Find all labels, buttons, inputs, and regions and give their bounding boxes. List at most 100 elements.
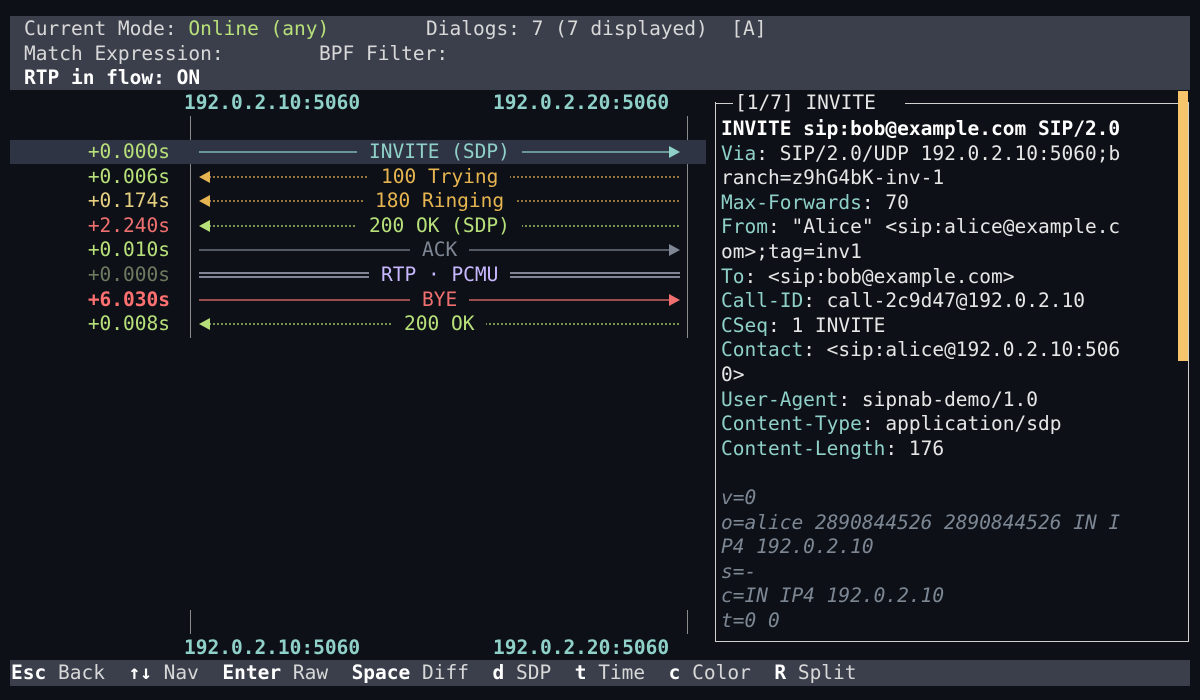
sip-header-line: To: <sip:bob@example.com> (721, 265, 1015, 288)
sip-header-value: <sip:bob@example.com> (767, 265, 1015, 288)
keybind-label[interactable]: Color (692, 661, 751, 684)
flow-message-label: ACK (410, 238, 470, 262)
host-right-top: 192.0.2.20:5060 (493, 91, 670, 114)
flow-timestamp: +0.174s (87, 189, 170, 212)
sdp-line: o=alice 2890844526 2890844526 IN I (721, 511, 1121, 534)
flow-message-label: INVITE (SDP) (357, 140, 522, 164)
sip-header-line: CSeq: 1 INVITE (721, 314, 886, 337)
flow-timestamp: +0.008s (87, 312, 170, 335)
keybind-key[interactable]: R (774, 661, 786, 684)
flow-arrow: INVITE (SDP) (199, 140, 680, 164)
flow-row[interactable]: +0.006s 100 Trying (0, 165, 706, 189)
flow-row[interactable]: +0.008s 200 OK (0, 312, 706, 336)
rtp-in-flow-status: RTP in flow: ON (24, 66, 201, 89)
keybind-label[interactable]: Back (58, 661, 105, 684)
dialogs-label: Dialogs: (426, 17, 520, 40)
lifeline-right-end (687, 610, 688, 634)
flow-row[interactable]: +0.000s INVITE (SDP) (0, 140, 706, 164)
host-right-bottom: 192.0.2.20:5060 (493, 636, 670, 659)
sip-header-line: Content-Type: application/sdp (721, 412, 1062, 435)
keybind-label[interactable]: Time (598, 661, 645, 684)
flow-timestamp: +2.240s (87, 214, 170, 237)
flow-row[interactable]: +6.030s BYE (0, 288, 706, 312)
sip-header-line: From: "Alice" <sip:alice@example.c (721, 215, 1121, 238)
sip-request-line: INVITE sip:bob@example.com SIP/2.0 (721, 117, 1121, 140)
panel-border-left-cap (715, 103, 733, 105)
keybind-label[interactable]: Nav (164, 661, 199, 684)
dialogs-count: 7 (7 displayed) (531, 17, 708, 40)
arrowhead-icon (669, 146, 680, 158)
bpf-filter-label[interactable]: BPF Filter: (319, 42, 448, 66)
sip-header-key: Call-ID (721, 289, 804, 312)
panel-border-right-cap (905, 103, 1187, 105)
sip-header-value: 176 (908, 437, 945, 460)
sip-header-line: Call-ID: call-2c9d47@192.0.2.10 (721, 289, 1085, 312)
sip-header-key: To (721, 265, 745, 288)
flow-timestamp: +0.006s (87, 165, 170, 188)
keybind-key[interactable]: Space (352, 661, 411, 684)
sip-header-key: Content-Length (721, 437, 886, 460)
keybind-label[interactable]: Raw (293, 661, 328, 684)
sip-header-key: Contact (721, 338, 804, 361)
sip-header-key: Max-Forwards (721, 191, 862, 214)
sip-header-line: ranch=z9hG4bK-inv-1 (721, 166, 944, 191)
mode-line: Current Mode: Online (any) (24, 17, 329, 41)
mode-label: Current Mode: (24, 17, 177, 40)
flow-arrow: BYE (199, 288, 680, 312)
host-left-top: 192.0.2.10:5060 (184, 91, 361, 114)
keybind-label[interactable]: SDP (516, 661, 551, 684)
sip-header-value: sipnab-demo/1.0 (861, 388, 1038, 411)
flow-arrow: 180 Ringing (199, 189, 680, 213)
flow-timestamp: +0.000s (87, 263, 170, 286)
sip-header-line: Content-Length: 176 (721, 437, 945, 460)
keybind-key[interactable]: c (669, 661, 681, 684)
panel-title: [1/7] INVITE (735, 91, 876, 114)
mode-value: Online (any) (188, 17, 330, 40)
arrowhead-icon (669, 244, 680, 256)
flow-timestamp: +0.010s (87, 238, 170, 261)
sip-header-line: Contact: <sip:alice@192.0.2.10:506 (721, 338, 1121, 361)
flow-row[interactable]: +0.010s ACK (0, 238, 706, 262)
sip-header-line: Max-Forwards: 70 (721, 191, 909, 214)
sip-header-line: om>;tag=inv1 (721, 240, 862, 265)
flow-message-label: 100 Trying (369, 165, 511, 189)
flow-arrow: 200 OK (199, 312, 680, 336)
keybind-key[interactable]: ↑↓ (128, 661, 151, 684)
sip-header-value: 70 (885, 191, 909, 214)
keybind-key[interactable]: t (575, 661, 587, 684)
match-expression-label[interactable]: Match Expression: (24, 42, 224, 66)
sip-header-key: Via (721, 142, 757, 165)
flow-arrow: ACK (199, 238, 680, 262)
keybind-key[interactable]: d (492, 661, 504, 684)
keybind-list: Esc Back ↑↓ Nav Enter Raw Space Diff d S… (11, 661, 857, 685)
arrowhead-icon (199, 171, 210, 183)
sip-header-key: CSeq (721, 314, 768, 337)
sip-header-line: Via: SIP/2.0/UDP 192.0.2.10:5060;b (721, 142, 1121, 165)
keybind-key[interactable]: Esc (11, 661, 46, 684)
flow-message-label: RTP · PCMU (369, 263, 511, 287)
host-left-bottom: 192.0.2.10:5060 (184, 636, 361, 659)
panel-scrollbar[interactable] (1178, 91, 1188, 361)
keybind-label[interactable]: Diff (422, 661, 469, 684)
flow-row[interactable]: +0.174s 180 Ringing (0, 189, 706, 213)
keybind-label[interactable]: Split (798, 661, 857, 684)
dialogs-line: Dialogs: 7 (7 displayed) [A] (426, 17, 767, 41)
sip-header-value: application/sdp (885, 412, 1062, 435)
dialogs-flag: [A] (731, 17, 767, 40)
sip-header-value: 1 INVITE (791, 314, 886, 337)
flow-row[interactable]: +2.240s 200 OK (SDP) (0, 214, 706, 238)
flow-arrow: RTP · PCMU (199, 263, 680, 287)
arrowhead-icon (199, 195, 210, 207)
flow-timestamp: +6.030s (87, 288, 170, 311)
sip-header-value: <sip:alice@192.0.2.10:506 (826, 338, 1121, 361)
sip-header-line: 0> (721, 363, 744, 388)
sip-header-value: SIP/2.0/UDP 192.0.2.10:5060;b (779, 142, 1121, 165)
sdp-line: s=- (721, 560, 757, 583)
flow-row[interactable]: +0.000s RTP · PCMU (0, 263, 706, 287)
sdp-line: c=IN IP4 192.0.2.10 (721, 584, 945, 607)
sip-header-key: From (721, 215, 768, 238)
flow-timestamp: +0.000s (87, 140, 170, 163)
flow-message-label: 180 Ringing (363, 189, 517, 213)
sip-header-value: 0> (721, 363, 745, 386)
keybind-key[interactable]: Enter (222, 661, 281, 684)
